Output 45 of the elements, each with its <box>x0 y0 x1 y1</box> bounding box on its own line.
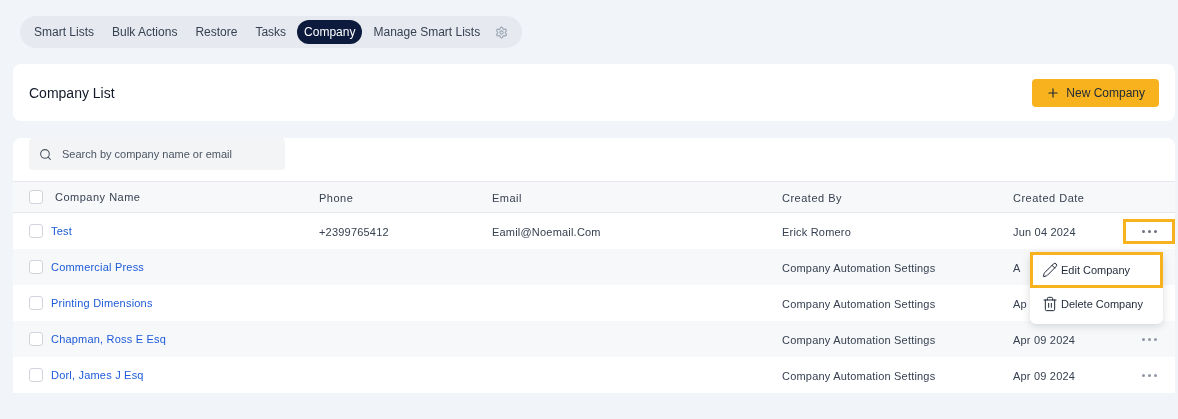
row-checkbox[interactable] <box>29 296 43 310</box>
row-checkbox[interactable] <box>29 332 43 346</box>
search-field[interactable]: Search by company name or email <box>29 138 285 170</box>
row-checkbox[interactable] <box>29 224 43 238</box>
company-link[interactable]: Chapman, Ross E Esq <box>51 333 167 345</box>
page-title: Company List <box>29 84 115 101</box>
company-link[interactable]: Printing Dimensions <box>51 297 153 309</box>
more-options-button[interactable] <box>1123 218 1175 244</box>
phone-cell: +2399765412 <box>319 226 389 238</box>
column-header: Created Date <box>1013 192 1085 204</box>
select-all-checkbox[interactable] <box>29 190 43 204</box>
search-input[interactable]: Search by company name or email <box>60 147 275 161</box>
created-by-cell: Company Automation Settings <box>782 262 936 274</box>
email-cell: Eamil@Noemail.Com <box>492 226 601 238</box>
row-checkbox[interactable] <box>29 260 43 274</box>
new-company-button[interactable]: New Company <box>1032 78 1159 107</box>
tab[interactable]: Bulk Actions <box>105 20 185 44</box>
tab[interactable]: Smart Lists <box>27 20 101 44</box>
company-link[interactable]: Commercial Press <box>51 261 145 273</box>
pencil-icon <box>1042 262 1058 278</box>
tab[interactable]: Tasks <box>248 20 294 44</box>
created-date-cell: Jun 04 2024 <box>1013 226 1076 238</box>
created-date-cell: Apr 09 2024 <box>1013 334 1076 346</box>
plus-icon <box>1046 85 1061 100</box>
company-link[interactable]: Dorl, James J Esq <box>51 369 144 381</box>
column-header: Created By <box>782 192 843 204</box>
row-checkbox[interactable] <box>29 368 43 382</box>
tab[interactable]: Manage Smart Lists <box>366 20 488 44</box>
created-date-cell: A <box>1013 262 1021 274</box>
search-icon <box>39 147 52 161</box>
column-header: Phone <box>319 192 354 204</box>
created-by-cell: Company Automation Settings <box>782 334 936 346</box>
trash-icon <box>1042 296 1058 312</box>
created-by-cell: Erick Romero <box>782 226 852 238</box>
column-header: Company Name <box>55 191 141 203</box>
menu-item[interactable]: Delete Company <box>1030 288 1163 320</box>
company-link[interactable]: Test <box>51 225 72 237</box>
tab[interactable]: Company <box>297 20 363 44</box>
tab[interactable]: Restore <box>188 20 245 44</box>
column-header: Email <box>492 192 522 204</box>
created-date-cell: Apr 09 2024 <box>1013 370 1076 382</box>
menu-item[interactable]: Edit Company <box>1030 252 1163 288</box>
created-by-cell: Company Automation Settings <box>782 370 936 382</box>
created-date-cell: Ap <box>1013 298 1027 310</box>
created-by-cell: Company Automation Settings <box>782 298 936 310</box>
